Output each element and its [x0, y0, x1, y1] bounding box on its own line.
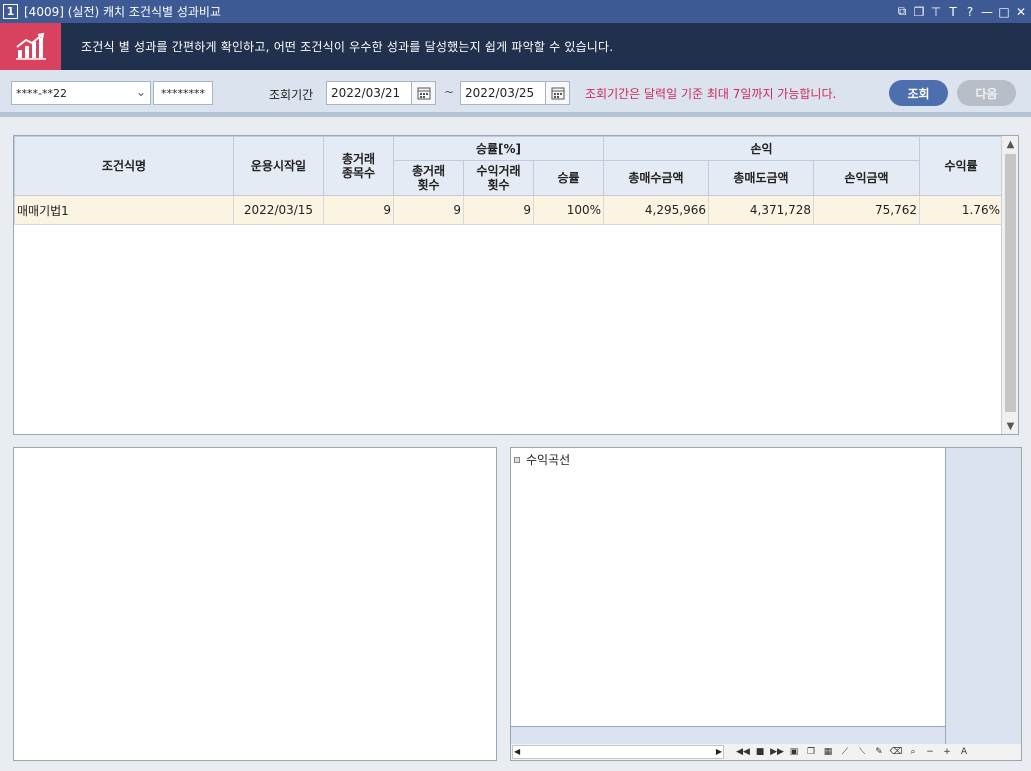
chart-tools: ◀◀ ■ ▶▶ ▣ ❐ ▦ ⟋ ⟍ ✎ ⌫ ⌕ − + A [736, 745, 971, 759]
start-date-input[interactable]: 2022/03/21 [326, 81, 436, 105]
detail-panel [13, 447, 497, 761]
legend-marker-icon [514, 456, 520, 463]
box-select-icon[interactable]: ▣ [787, 745, 801, 759]
chart-legend: 수익곡선 [514, 451, 570, 468]
period-notice: 조회기간은 달력일 기준 최대 7일까지 가능합니다. [585, 87, 837, 101]
calendar-icon[interactable] [411, 82, 435, 104]
chart-x-axis [511, 726, 945, 744]
line-tool-icon[interactable]: ⟍ [855, 745, 869, 759]
header-return-rate: 수익률 [919, 136, 1004, 196]
zoom-in-icon[interactable]: + [940, 745, 954, 759]
window-title: [4009] (실전) 캐치 조건식별 성과비교 [24, 5, 222, 19]
cell-total-items: 9 [323, 195, 394, 225]
chevron-down-icon[interactable]: ⌄ [136, 85, 146, 99]
window-number-badge: 1 [3, 4, 18, 19]
chart-y-axis [945, 448, 1021, 744]
header-total-trades-line1: 총거래 [411, 164, 446, 178]
restore-icon[interactable]: ⧉ [896, 4, 908, 19]
pin-icon[interactable]: ⊤ [930, 5, 942, 19]
cell-winrate: 100% [533, 195, 604, 225]
maximize-icon[interactable]: □ [998, 5, 1010, 19]
period-label: 조회기간 [269, 88, 314, 102]
header-winrate-group: 승률[%] [393, 136, 604, 161]
window-titlebar: 1 [4009] (실전) 캐치 조건식별 성과비교 ⧉ ❐ ⊤ T ? — □… [0, 0, 1031, 23]
bar-chart-icon [0, 23, 61, 70]
header-buy-amount: 총매수금액 [603, 160, 709, 196]
header-profit-trades-line1: 수익거래 [476, 164, 521, 178]
scroll-up-icon[interactable]: ▲ [1002, 136, 1018, 152]
header-total-items-line2: 종목수 [341, 166, 376, 180]
header-total-items: 총거래 종목수 [323, 136, 394, 196]
chart-horizontal-scrollbar[interactable]: ◀ ▶ [512, 745, 724, 759]
scrollbar-thumb[interactable] [1005, 154, 1016, 412]
header-winrate: 승률 [533, 160, 604, 196]
header-pnl-group: 손익 [602, 136, 921, 161]
header-pnl-amount: 손익금액 [812, 160, 921, 196]
filter-bar: ****-**22 ⌄ ******** 조회기간 2022/03/21 ~ 2… [0, 70, 1031, 117]
scroll-down-icon[interactable]: ▼ [1002, 418, 1018, 434]
date-range-separator: ~ [444, 85, 455, 99]
results-table: 조건식명 운용시작일 총거래 종목수 승률[%] 손익 수익률 총거래 횟수 수… [14, 136, 1004, 225]
chart-toolbar: ◀ ▶ ◀◀ ■ ▶▶ ▣ ❐ ▦ ⟋ ⟍ ✎ ⌫ ⌕ − + A [511, 744, 1021, 760]
header-sell-amount: 총매도금액 [708, 160, 814, 196]
query-button[interactable]: 조회 [889, 80, 948, 106]
font-icon[interactable]: T [947, 5, 959, 19]
end-date-value: 2022/03/25 [465, 86, 535, 100]
profit-curve-chart: 수익곡선 ◀ ▶ ◀◀ ■ ▶▶ ▣ ❐ ▦ ⟋ ⟍ ✎ ⌫ ⌕ − + A [510, 447, 1022, 761]
info-banner: 조건식 별 성과를 간편하게 확인하고, 어떤 조건식이 우수한 성과를 달성했… [0, 23, 1031, 70]
trendline-icon[interactable]: ⟋ [838, 745, 852, 759]
cell-profit-trades: 9 [463, 195, 534, 225]
fast-forward-icon[interactable]: ▶▶ [770, 745, 784, 759]
draw-icon[interactable]: ✎ [872, 745, 886, 759]
copy-icon[interactable]: ❐ [913, 5, 925, 19]
eraser-icon[interactable]: ⌫ [889, 745, 903, 759]
cell-start-date: 2022/03/15 [233, 195, 324, 225]
header-condition-name: 조건식명 [14, 136, 234, 196]
next-button[interactable]: 다음 [957, 80, 1016, 106]
grid-vertical-scrollbar[interactable]: ▲ ▼ [1001, 136, 1018, 434]
legend-label: 수익곡선 [526, 453, 571, 467]
help-icon[interactable]: ? [964, 5, 976, 19]
stop-icon[interactable]: ■ [753, 745, 767, 759]
start-date-value: 2022/03/21 [331, 86, 401, 100]
header-total-trades-line2: 횟수 [417, 178, 440, 192]
zoom-out-icon[interactable]: − [923, 745, 937, 759]
font-size-button[interactable]: A [957, 745, 971, 759]
account-value: ****-**22 [16, 86, 67, 100]
cell-condition-name: 매매기법1 [14, 195, 234, 225]
step-back-icon[interactable]: ◀◀ [736, 745, 750, 759]
header-total-trades: 총거래 횟수 [393, 160, 464, 196]
cell-return-rate: 1.76% [919, 195, 1004, 225]
password-field[interactable]: ******** [153, 81, 213, 105]
results-grid: 조건식명 운용시작일 총거래 종목수 승률[%] 손익 수익률 총거래 횟수 수… [13, 135, 1019, 435]
cell-sell-amount: 4,371,728 [708, 195, 814, 225]
cell-buy-amount: 4,295,966 [603, 195, 709, 225]
chart-plot-area: 수익곡선 [511, 448, 945, 726]
titlebar-controls: ⧉ ❐ ⊤ T ? — □ ✕ [896, 0, 1027, 23]
close-icon[interactable]: ✕ [1015, 5, 1027, 19]
header-profit-trades: 수익거래 횟수 [463, 160, 534, 196]
cell-total-trades: 9 [393, 195, 464, 225]
banner-description: 조건식 별 성과를 간편하게 확인하고, 어떤 조건식이 우수한 성과를 달성했… [81, 40, 614, 54]
cell-pnl-amount: 75,762 [812, 195, 921, 225]
scroll-left-icon[interactable]: ◀ [514, 746, 520, 758]
minimize-icon[interactable]: — [981, 5, 993, 19]
zoom-icon[interactable]: ⌕ [906, 745, 920, 759]
end-date-input[interactable]: 2022/03/25 [460, 81, 570, 105]
calendar-icon[interactable] [545, 82, 569, 104]
header-profit-trades-line2: 횟수 [487, 178, 510, 192]
window-icon[interactable]: ❐ [804, 745, 818, 759]
grid-icon[interactable]: ▦ [821, 745, 835, 759]
header-start-date: 운용시작일 [233, 136, 324, 196]
account-select[interactable]: ****-**22 ⌄ [11, 81, 151, 105]
scroll-right-icon[interactable]: ▶ [716, 746, 722, 758]
header-total-items-line1: 총거래 [341, 152, 376, 166]
table-row[interactable]: 매매기법1 2022/03/15 9 9 9 100% 4,295,966 4,… [14, 195, 1004, 225]
